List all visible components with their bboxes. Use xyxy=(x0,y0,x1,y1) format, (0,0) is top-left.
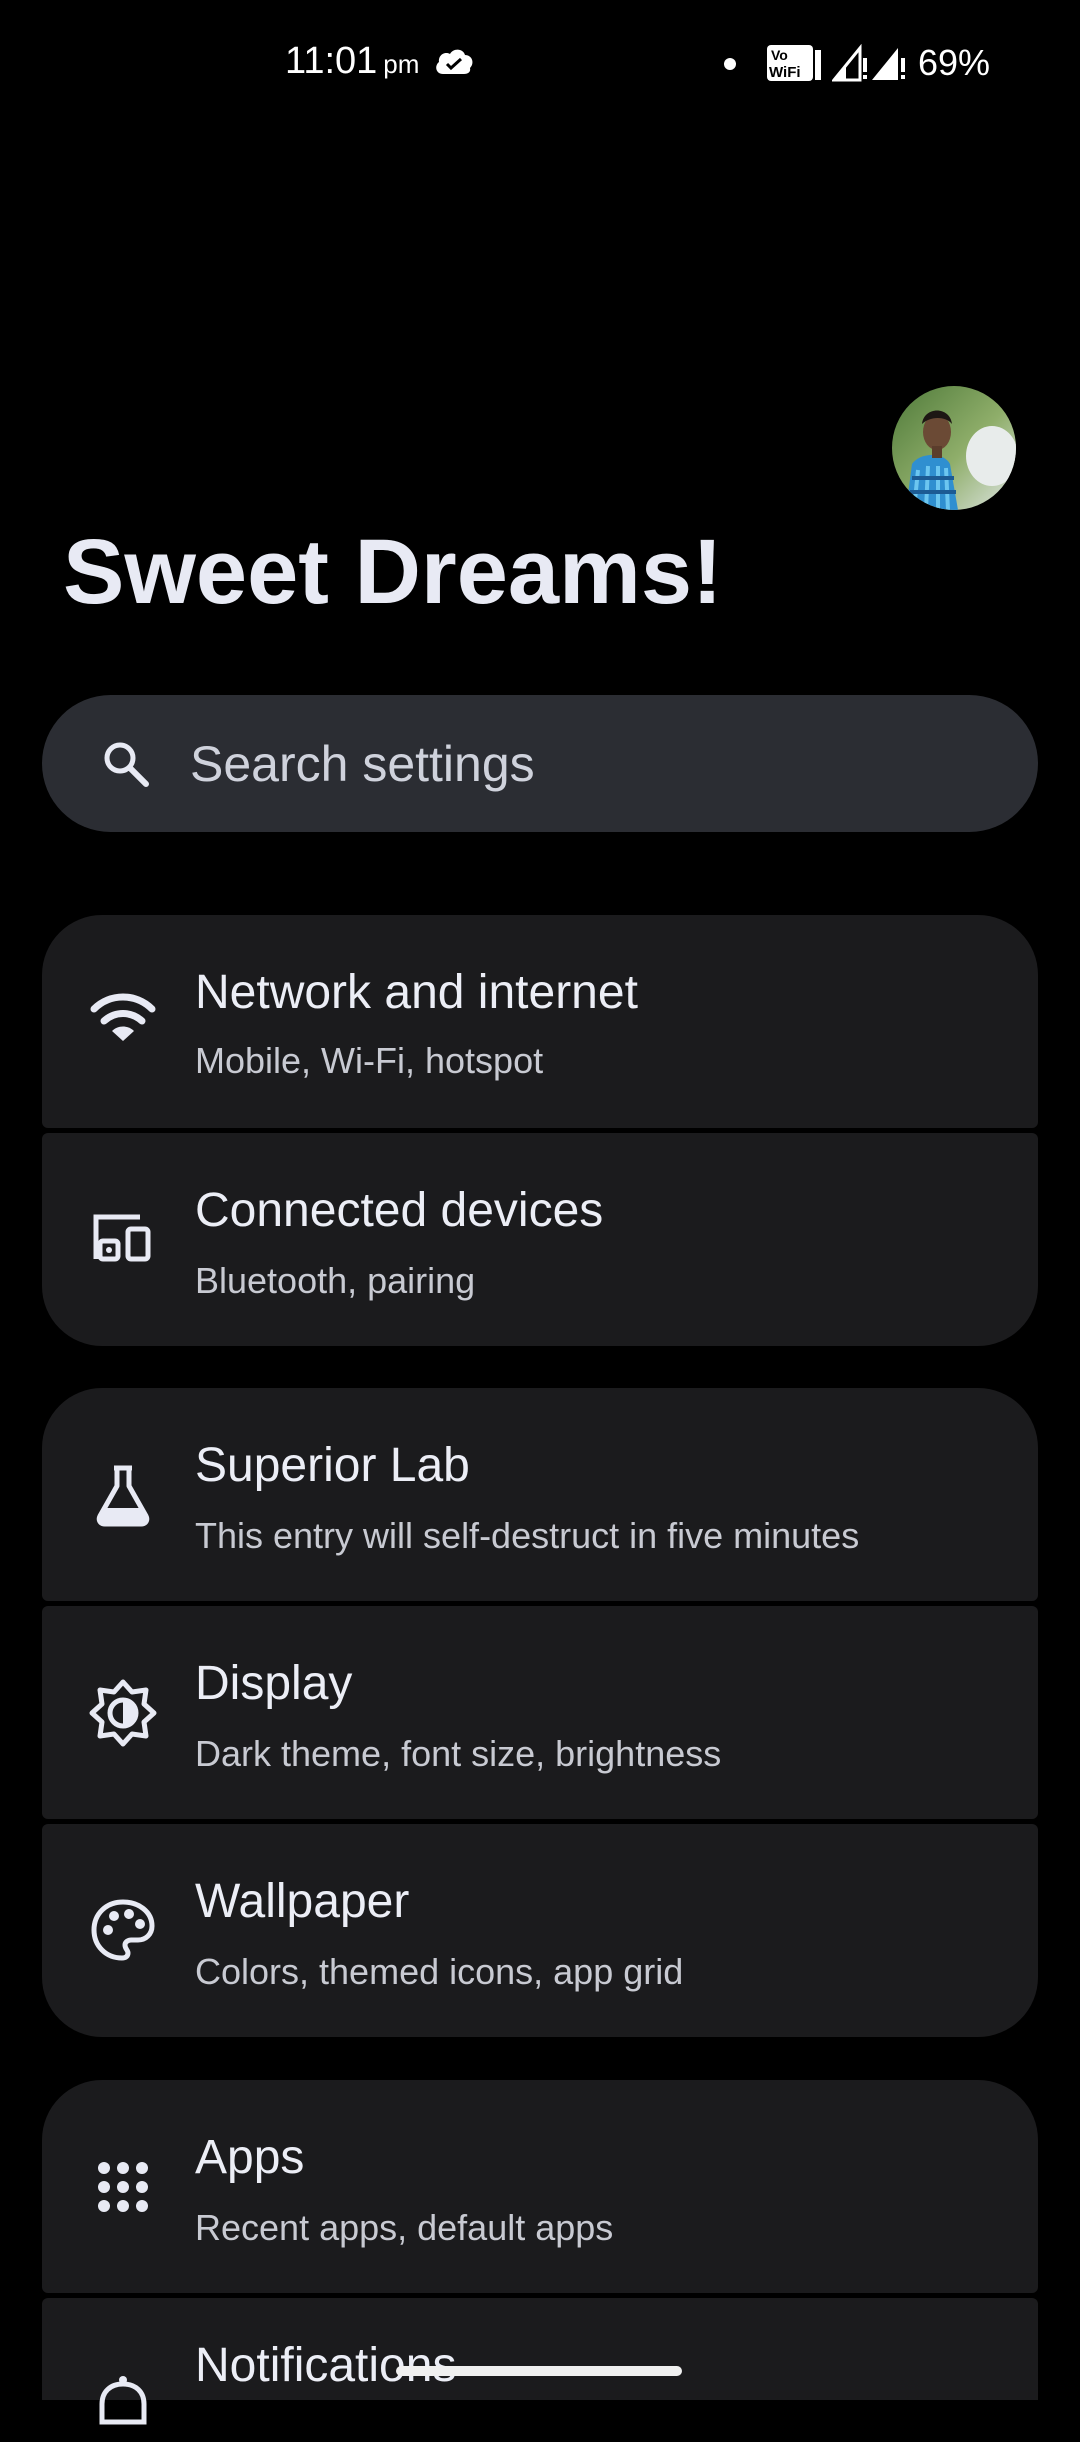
flask-icon xyxy=(96,1465,150,1527)
wifi-icon xyxy=(90,993,156,1041)
settings-item-subtitle: Recent apps, default apps xyxy=(195,2207,614,2248)
settings-item-display[interactable]: Display Dark theme, font size, brightnes… xyxy=(42,1606,1038,1819)
settings-item-apps[interactable]: Apps Recent apps, default apps xyxy=(42,2080,1038,2293)
clock-ampm: pm xyxy=(383,49,420,79)
profile-avatar[interactable] xyxy=(892,386,1016,510)
battery-percentage: 69% xyxy=(918,42,991,83)
settings-item-title: Wallpaper xyxy=(195,1875,410,1928)
brightness-icon xyxy=(89,1679,157,1747)
settings-item-network[interactable]: Network and internet Mobile, Wi-Fi, hots… xyxy=(42,915,1038,1128)
settings-item-title: Network and internet xyxy=(195,966,638,1019)
svg-text:WiFi: WiFi xyxy=(769,64,801,81)
settings-item-title: Connected devices xyxy=(195,1184,604,1237)
vowifi-icon: Vo WiFi xyxy=(767,45,821,81)
search-input[interactable]: Search settings xyxy=(190,738,535,790)
search-icon[interactable] xyxy=(100,738,152,790)
settings-item-superior-lab[interactable]: Superior Lab This entry will self-destru… xyxy=(42,1388,1038,1601)
settings-item-subtitle: Mobile, Wi-Fi, hotspot xyxy=(195,1040,544,1081)
settings-item-wallpaper[interactable]: Wallpaper Colors, themed icons, app grid xyxy=(42,1824,1038,2037)
settings-item-title: Display xyxy=(195,1657,353,1710)
settings-item-subtitle: Colors, themed icons, app grid xyxy=(195,1951,684,1992)
cloud-icon xyxy=(436,49,473,74)
signal-icon xyxy=(832,44,867,82)
palette-icon xyxy=(91,1899,155,1961)
dot-icon xyxy=(724,58,736,70)
home-indicator[interactable] xyxy=(396,2366,682,2376)
signal-icon xyxy=(872,48,905,80)
svg-text:Vo: Vo xyxy=(771,47,788,63)
settings-item-subtitle: This entry will self-destruct in five mi… xyxy=(195,1515,860,1556)
settings-item-subtitle: Bluetooth, pairing xyxy=(195,1260,476,1301)
page-title: Sweet Dreams! xyxy=(63,521,723,623)
clock-time: 11:01 xyxy=(285,40,378,82)
devices-icon xyxy=(93,1214,151,1262)
status-bar: 11:01 pm Vo WiFi 69% xyxy=(0,0,1080,130)
apps-grid-icon xyxy=(98,2162,148,2212)
settings-item-notifications[interactable]: Notifications xyxy=(42,2298,1038,2425)
settings-item-connected-devices[interactable]: Connected devices Bluetooth, pairing xyxy=(42,1133,1038,1346)
status-time: 11:01 pm xyxy=(285,40,419,83)
avatar-photo xyxy=(892,386,1016,510)
settings-item-subtitle: Dark theme, font size, brightness xyxy=(195,1733,722,1774)
settings-item-title: Superior Lab xyxy=(195,1439,470,1492)
settings-item-title: Apps xyxy=(195,2131,305,2184)
bell-icon xyxy=(99,2376,147,2425)
